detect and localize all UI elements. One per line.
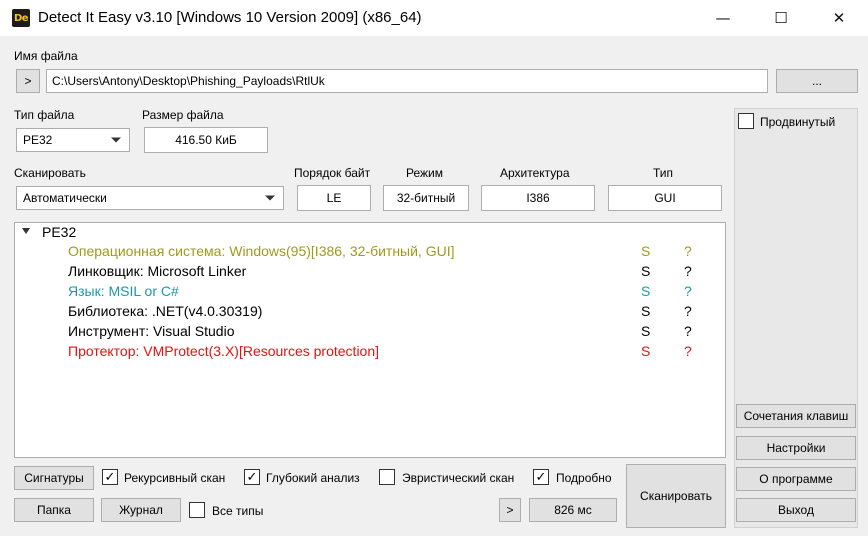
scan-button[interactable]: Сканировать [626, 464, 726, 528]
minimize-button[interactable]: — [700, 0, 746, 36]
signature-link[interactable]: S [641, 283, 650, 299]
file-type-select[interactable]: PE32 [16, 128, 130, 152]
tree-expand-icon[interactable] [22, 228, 30, 234]
signature-link[interactable]: S [641, 243, 650, 259]
tree-root-label: PE32 [42, 224, 77, 240]
browse-button[interactable]: ... [776, 69, 858, 93]
signature-link[interactable]: S [641, 323, 650, 339]
file-type-label: Тип файла [14, 108, 75, 122]
type-field: GUI [608, 185, 722, 211]
recursive-label: Рекурсивный скан [124, 471, 226, 485]
signatures-button[interactable]: Сигнатуры [14, 466, 94, 490]
type-value: GUI [654, 191, 676, 205]
result-row-text: Язык: MSIL or C# [68, 283, 179, 299]
heuristic-checkbox[interactable] [379, 469, 395, 485]
info-link[interactable]: ? [684, 303, 692, 319]
scan-mode-label: Сканировать [14, 166, 86, 180]
info-link[interactable]: ? [684, 263, 692, 279]
file-path-field[interactable]: C:\Users\Antony\Desktop\Phishing_Payload… [46, 69, 768, 93]
scan-time-display: 826 мс [529, 498, 617, 522]
architecture-value: I386 [526, 191, 550, 205]
about-button[interactable]: О программе [736, 467, 856, 491]
signatures-button-label: Сигнатуры [24, 471, 84, 485]
result-row-text: Операционная система: Windows(95)[I386, … [68, 243, 455, 259]
info-link[interactable]: ? [684, 283, 692, 299]
file-path-text: C:\Users\Antony\Desktop\Phishing_Payload… [52, 74, 325, 88]
result-row-text: Линковщик: Microsoft Linker [68, 263, 247, 279]
chevron-down-icon [111, 137, 121, 143]
deep-analysis-label: Глубокий анализ [266, 471, 360, 485]
architecture-field: I386 [481, 185, 595, 211]
minimize-icon: — [715, 9, 731, 27]
close-button[interactable]: ✕ [816, 0, 862, 36]
right-panel [734, 108, 858, 528]
mode-value: 32-битный [396, 191, 456, 205]
maximize-button[interactable]: ☐ [758, 0, 804, 36]
scan-time-value: 826 мс [554, 503, 592, 517]
architecture-label: Архитектура [500, 166, 570, 180]
deep-analysis-checkbox[interactable]: ✓ [244, 469, 260, 485]
info-link[interactable]: ? [684, 343, 692, 359]
next-button[interactable]: > [499, 498, 521, 522]
result-row-text: Библиотека: .NET(v4.0.30319) [68, 303, 263, 319]
result-row-text: Инструмент: Visual Studio [68, 323, 235, 339]
next-button-glyph: > [506, 503, 514, 517]
file-size-label: Размер файла [142, 108, 224, 122]
verbose-label: Подробно [556, 471, 612, 485]
advanced-checkbox[interactable] [738, 113, 754, 129]
exit-button-label: Выход [778, 503, 814, 517]
folder-button-label: Папка [37, 503, 71, 517]
result-row-text: Протектор: VMProtect(3.X)[Resources prot… [68, 343, 380, 359]
advanced-label: Продвинутый [760, 115, 836, 129]
chevron-down-icon [265, 195, 275, 201]
all-types-checkbox[interactable] [189, 502, 205, 518]
scan-mode-value: Автоматически [23, 191, 107, 205]
type-label: Тип [653, 166, 674, 180]
check-icon: ✓ [246, 469, 258, 485]
signature-link[interactable]: S [641, 343, 650, 359]
file-size-value: 416.50 КиБ [175, 133, 237, 147]
signature-link[interactable]: S [641, 303, 650, 319]
info-link[interactable]: ? [684, 243, 692, 259]
mode-field: 32-битный [383, 185, 469, 211]
settings-button[interactable]: Настройки [736, 436, 856, 460]
log-button-label: Журнал [119, 503, 163, 517]
endianness-field: LE [297, 185, 371, 211]
open-file-glyph: > [24, 74, 32, 88]
check-icon: ✓ [535, 469, 547, 485]
browse-button-label: ... [811, 74, 822, 88]
open-file-button[interactable]: > [16, 69, 40, 93]
info-link[interactable]: ? [684, 323, 692, 339]
scan-mode-select[interactable]: Автоматически [16, 186, 284, 210]
settings-button-label: Настройки [766, 441, 826, 455]
app-logo-text: De [13, 12, 29, 24]
folder-button[interactable]: Папка [14, 498, 94, 522]
recursive-checkbox[interactable]: ✓ [102, 469, 118, 485]
maximize-icon: ☐ [774, 9, 788, 27]
window-title: Detect It Easy v3.10 [Windows 10 Version… [38, 9, 422, 26]
shortcuts-button[interactable]: Сочетания клавиш [736, 404, 856, 428]
log-button[interactable]: Журнал [101, 498, 181, 522]
about-button-label: О программе [759, 472, 833, 486]
signature-link[interactable]: S [641, 263, 650, 279]
mode-label: Режим [406, 166, 443, 180]
close-icon: ✕ [832, 9, 846, 27]
check-icon: ✓ [104, 469, 116, 485]
all-types-label: Все типы [212, 504, 264, 518]
shortcuts-button-label: Сочетания клавиш [743, 409, 849, 423]
file-name-label: Имя файла [14, 49, 78, 63]
app-logo-icon: De [12, 9, 30, 27]
file-size-field: 416.50 КиБ [144, 127, 268, 153]
heuristic-label: Эвристический скан [402, 471, 515, 485]
endianness-value: LE [326, 191, 342, 205]
exit-button[interactable]: Выход [736, 498, 856, 522]
file-type-value: PE32 [23, 133, 53, 147]
verbose-checkbox[interactable]: ✓ [533, 469, 549, 485]
endianness-label: Порядок байт [294, 166, 371, 180]
scan-button-label: Сканировать [640, 489, 712, 503]
